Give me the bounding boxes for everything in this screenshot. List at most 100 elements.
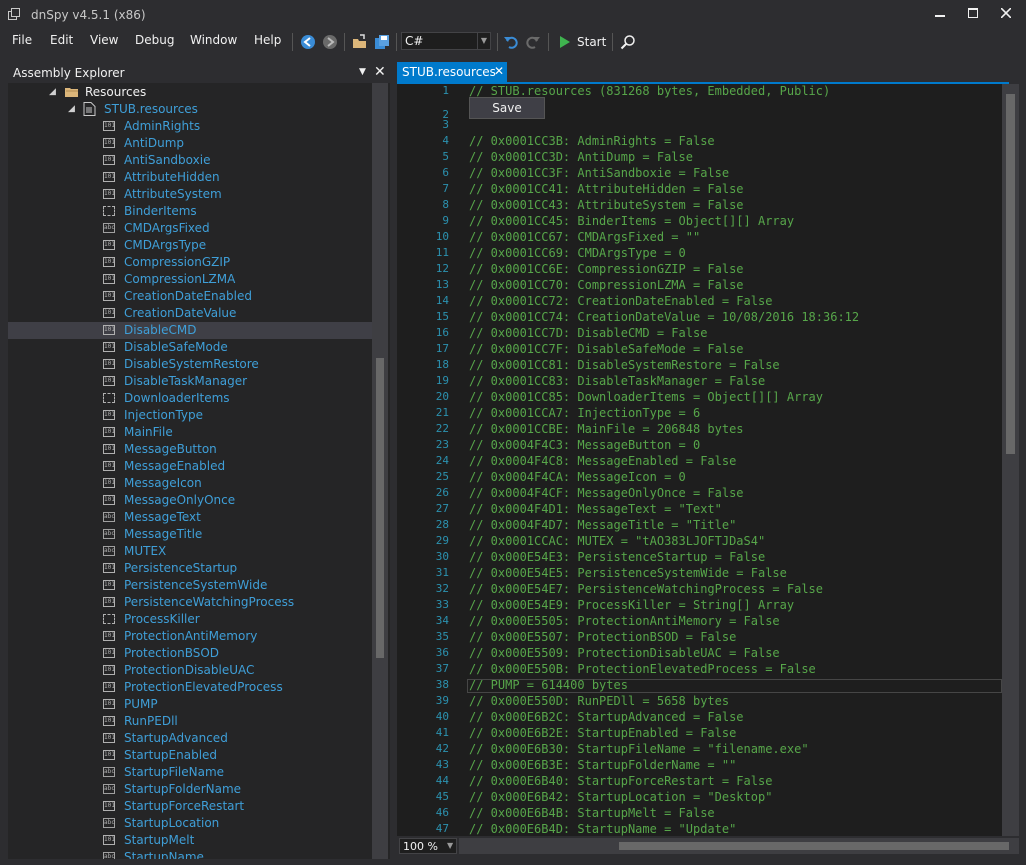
start-button[interactable]: Start	[577, 35, 606, 49]
tree-item[interactable]: 101 CreationDateValue	[8, 305, 372, 322]
tree-item[interactable]: 101 MessageButton	[8, 441, 372, 458]
tree-item[interactable]: 101 MessageIcon	[8, 475, 372, 492]
code-line: 27 // 0x0004F4D1: MessageText = "Text"	[397, 502, 1002, 518]
tree-item[interactable]: 101 InjectionType	[8, 407, 372, 424]
tab-stub-resources[interactable]: STUB.resources ✕	[397, 62, 507, 82]
redo-icon[interactable]	[525, 34, 541, 50]
search-icon[interactable]	[620, 34, 636, 50]
tree-item[interactable]: 101 StartupAdvanced	[8, 730, 372, 747]
save-button[interactable]: Save	[469, 97, 545, 119]
chevron-down-icon[interactable]: ▼	[477, 33, 490, 49]
tree-item[interactable]: 101 DisableSystemRestore	[8, 356, 372, 373]
minimize-button[interactable]	[930, 6, 950, 24]
tree-item[interactable]: BinderItems	[8, 203, 372, 220]
tree-item[interactable]: 101 PersistenceStartup	[8, 560, 372, 577]
binary-resource-icon: 101	[103, 461, 115, 471]
assembly-explorer-header: Assembly Explorer ▼ ✕	[8, 62, 390, 83]
code-editor[interactable]: 1 // STUB.resources (831268 bytes, Embedd…	[397, 84, 1002, 836]
tree-item[interactable]: 101 RunPEDll	[8, 713, 372, 730]
tree-item[interactable]: 101 ProtectionDisableUAC	[8, 662, 372, 679]
save-all-icon[interactable]	[374, 34, 390, 50]
tree-item[interactable]: 101 PUMP	[8, 696, 372, 713]
chevron-down-icon[interactable]: ▼	[447, 841, 453, 850]
tree-item[interactable]: 101 StartupEnabled	[8, 747, 372, 764]
tree-item[interactable]: 101 ProtectionBSOD	[8, 645, 372, 662]
tab-close-icon[interactable]: ✕	[494, 64, 504, 78]
tree-node-resources[interactable]: ◢ Resources	[8, 84, 372, 101]
app-icon	[8, 8, 20, 20]
menu-view[interactable]: View	[90, 33, 118, 47]
tree-item[interactable]: ProcessKiller	[8, 611, 372, 628]
expand-arrow-icon[interactable]: ◢	[68, 104, 75, 114]
navigate-back-icon[interactable]	[300, 34, 316, 50]
line-number: 4	[442, 134, 449, 147]
code-line: 41 // 0x000E6B2E: StartupEnabled = False	[397, 726, 1002, 742]
zoom-select[interactable]: 100 % ▼	[399, 838, 457, 854]
tree-item[interactable]: 101 MainFile	[8, 424, 372, 441]
panel-close-icon[interactable]: ✕	[374, 64, 386, 80]
line-number: 29	[435, 534, 449, 547]
tree-item-label: StartupForceRestart	[124, 799, 245, 813]
tree-item[interactable]: abc CMDArgsFixed	[8, 220, 372, 237]
tree-item[interactable]: 101 MessageOnlyOnce	[8, 492, 372, 509]
tree-item[interactable]: abc StartupName	[8, 849, 372, 859]
tree-item[interactable]: DownloaderItems	[8, 390, 372, 407]
tree-item[interactable]: 101 AttributeSystem	[8, 186, 372, 203]
tree-item[interactable]: 101 AntiDump	[8, 135, 372, 152]
tree-item[interactable]: 101 DisableTaskManager	[8, 373, 372, 390]
language-select[interactable]: C# ▼	[401, 32, 491, 50]
tree-item[interactable]: abc StartupLocation	[8, 815, 372, 832]
menu-debug[interactable]: Debug	[135, 33, 174, 47]
code-line: 25 // 0x0004F4CA: MessageIcon = 0	[397, 470, 1002, 486]
tree-item[interactable]: 101 PersistenceWatchingProcess	[8, 594, 372, 611]
menu-file[interactable]: File	[12, 33, 32, 47]
tree-item[interactable]: 101 CMDArgsType	[8, 237, 372, 254]
tree-item[interactable]: 101 CompressionLZMA	[8, 271, 372, 288]
tree-item[interactable]: 101 DisableCMD	[8, 322, 372, 339]
code-text: // 0x0001CC45: BinderItems = Object[][] …	[469, 214, 795, 228]
tree-item[interactable]: 101 PersistenceSystemWide	[8, 577, 372, 594]
tree-item-label: ProtectionElevatedProcess	[124, 680, 283, 694]
assembly-tree[interactable]: ◢ Resources ◢ STUB.resources 101 AdminRig…	[8, 83, 372, 859]
tree-item-label: DownloaderItems	[124, 391, 230, 405]
tree-item[interactable]: 101 MessageEnabled	[8, 458, 372, 475]
menu-window[interactable]: Window	[190, 33, 237, 47]
scrollbar-thumb[interactable]	[1006, 94, 1015, 454]
tree-item[interactable]: abc StartupFolderName	[8, 781, 372, 798]
close-window-button[interactable]	[996, 6, 1016, 24]
navigate-forward-icon[interactable]	[322, 34, 338, 50]
tree-item[interactable]: abc MessageText	[8, 509, 372, 526]
start-debug-icon[interactable]	[557, 34, 573, 50]
tree-item[interactable]: 101 CompressionGZIP	[8, 254, 372, 271]
tree-item[interactable]: 101 StartupMelt	[8, 832, 372, 849]
code-text: // 0x0001CC81: DisableSystemRestore = Fa…	[469, 358, 780, 372]
tree-item[interactable]: abc MUTEX	[8, 543, 372, 560]
scrollbar-thumb[interactable]	[619, 842, 1009, 850]
code-line: 6 // 0x0001CC3F: AntiSandboxie = False	[397, 166, 1002, 182]
explorer-scrollbar[interactable]	[372, 83, 388, 859]
tree-item[interactable]: 101 ProtectionAntiMemory	[8, 628, 372, 645]
undo-icon[interactable]	[503, 34, 519, 50]
tree-item[interactable]: 101 CreationDateEnabled	[8, 288, 372, 305]
code-text: // 0x0004F4CA: MessageIcon = 0	[469, 470, 686, 484]
editor-horizontal-scrollbar[interactable]	[459, 838, 1019, 854]
tree-item[interactable]: 101 DisableSafeMode	[8, 339, 372, 356]
tree-item[interactable]: 101 AttributeHidden	[8, 169, 372, 186]
menu-edit[interactable]: Edit	[50, 33, 73, 47]
tree-item[interactable]: abc StartupFileName	[8, 764, 372, 781]
code-line: 10 // 0x0001CC67: CMDArgsFixed = ""	[397, 230, 1002, 246]
tree-item[interactable]: 101 AntiSandboxie	[8, 152, 372, 169]
string-resource-icon: abc	[103, 512, 115, 522]
editor-vertical-scrollbar[interactable]	[1002, 84, 1019, 836]
open-file-icon[interactable]	[352, 34, 368, 50]
maximize-button[interactable]	[963, 6, 983, 24]
scrollbar-thumb[interactable]	[376, 358, 384, 658]
tree-item[interactable]: 101 ProtectionElevatedProcess	[8, 679, 372, 696]
tree-item[interactable]: 101 AdminRights	[8, 118, 372, 135]
expand-arrow-icon[interactable]: ◢	[49, 87, 56, 97]
tree-node-stub-resources[interactable]: ◢ STUB.resources	[8, 101, 372, 118]
tree-item[interactable]: abc MessageTitle	[8, 526, 372, 543]
tree-item[interactable]: 101 StartupForceRestart	[8, 798, 372, 815]
panel-menu-chevron-icon[interactable]: ▼	[359, 67, 366, 77]
menu-help[interactable]: Help	[254, 33, 281, 47]
